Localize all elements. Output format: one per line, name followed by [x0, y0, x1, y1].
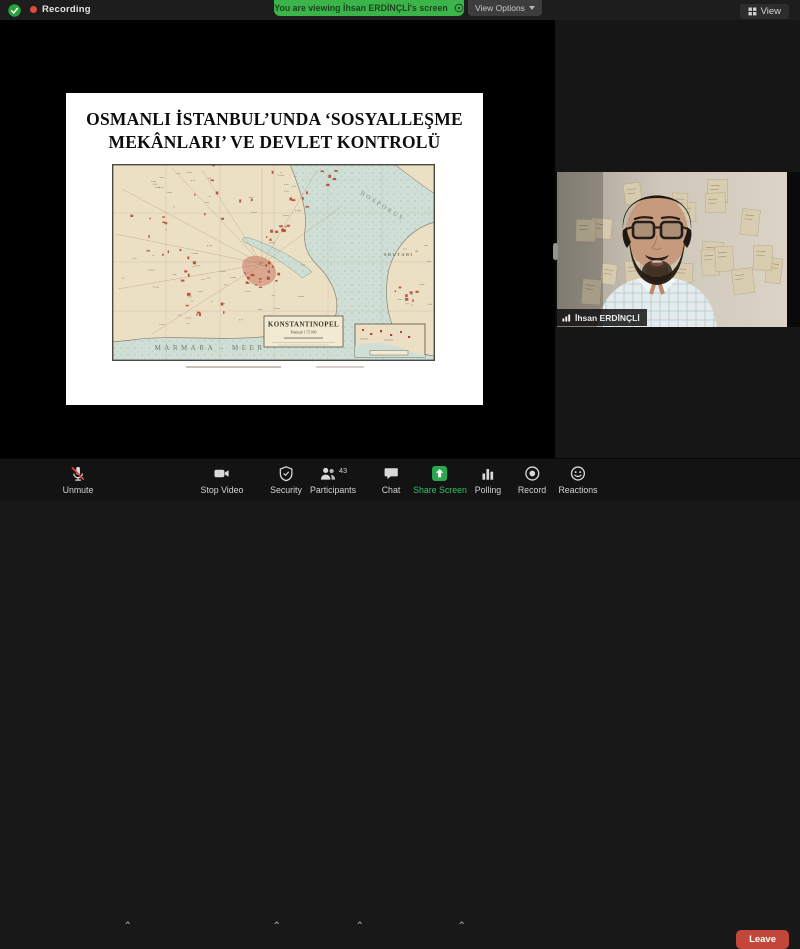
stop-video-button[interactable]: Stop Video [201, 465, 244, 495]
slide-title: OSMANLI İSTANBUL’UNDA ‘SOSYALLEŞME MEKÂN… [66, 108, 483, 154]
poll-chart-icon [480, 465, 496, 482]
slide-title-line1: OSMANLI İSTANBUL’UNDA ‘SOSYALLEŞME [66, 108, 483, 131]
participants-icon [319, 465, 337, 482]
speaker-video-tile[interactable] [557, 172, 787, 327]
viewing-screen-text: You are viewing İhsan ERDİNÇLİ's screen [274, 3, 448, 13]
participants-label: Participants [310, 485, 356, 495]
presentation-slide: OSMANLI İSTANBUL’UNDA ‘SOSYALLEŞME MEKÂN… [66, 93, 483, 405]
chat-bubble-icon [383, 465, 400, 482]
participant-name: İhsan ERDİNÇLİ [575, 313, 640, 323]
unmute-options-chevron[interactable]: ^ [125, 922, 130, 931]
reactions-button[interactable]: Reactions [558, 465, 597, 495]
shield-icon [278, 465, 294, 482]
record-icon [523, 465, 540, 482]
viewing-screen-banner: You are viewing İhsan ERDİNÇLİ's screen [274, 0, 464, 16]
view-button-label: View [761, 6, 781, 17]
map-caption-line [186, 366, 281, 368]
view-options-button[interactable]: View Options [468, 0, 542, 16]
unmute-label: Unmute [63, 485, 94, 495]
map-cartouche: KONSTANTINOPEL Maßstab 1:75.000 [264, 316, 343, 347]
security-label: Security [270, 485, 302, 495]
map-title: KONSTANTINOPEL [268, 321, 339, 329]
leave-button[interactable]: Leave [736, 930, 789, 949]
top-bar: Recording You are viewing İhsan ERDİNÇLİ… [0, 0, 800, 20]
recording-label: Recording [42, 4, 91, 15]
share-screen-button[interactable]: Share Screen [413, 465, 467, 495]
audio-level-icon [562, 313, 571, 322]
unmute-button[interactable]: Unmute [63, 465, 94, 495]
historic-map-figure: BOSPORUS SKUTARI MARMARA - MEER KONSTANT… [112, 164, 435, 361]
recording-dot-icon [30, 6, 37, 13]
ottoman-map: BOSPORUS SKUTARI MARMARA - MEER KONSTANT… [112, 164, 435, 361]
record-label: Record [518, 485, 546, 495]
participant-name-tag: İhsan ERDİNÇLİ [557, 309, 647, 326]
stop-video-options-chevron[interactable]: ^ [274, 922, 279, 931]
polling-label: Polling [475, 485, 501, 495]
chat-button[interactable]: Chat [382, 465, 401, 495]
polling-button[interactable]: Polling [475, 465, 501, 495]
leave-label: Leave [749, 934, 776, 945]
map-district-label: SKUTARI [384, 252, 413, 257]
panel-drag-handle[interactable] [553, 243, 558, 260]
chevron-down-icon [529, 6, 535, 10]
security-button[interactable]: Security [270, 465, 302, 495]
map-inset [355, 324, 425, 357]
map-sea-label: MARMARA - MEER [155, 344, 266, 352]
chat-label: Chat [382, 485, 401, 495]
view-grid-icon [748, 7, 757, 16]
meeting-toolbar: Unmute ^ Stop Video ^ Security [0, 458, 800, 501]
slide-title-line2: MEKÂNLARI’ VE DEVLET KONTROLÜ [66, 131, 483, 154]
share-screen-options-chevron[interactable]: ^ [459, 922, 464, 931]
participants-button[interactable]: 43 Participants [310, 465, 356, 495]
view-options-label: View Options [475, 3, 525, 13]
stop-video-label: Stop Video [201, 485, 244, 495]
participants-options-chevron[interactable]: ^ [357, 922, 362, 931]
smiley-icon [570, 465, 587, 482]
camera-icon [213, 465, 231, 482]
view-button[interactable]: View [740, 4, 789, 19]
mic-muted-icon [70, 465, 87, 482]
share-screen-icon [431, 465, 448, 482]
info-eye-icon [454, 3, 464, 13]
recording-indicator[interactable]: Recording [30, 4, 91, 15]
map-scale-note: Maßstab 1:75.000 [291, 331, 317, 335]
participants-count-badge: 43 [339, 466, 347, 475]
reactions-label: Reactions [558, 485, 597, 495]
map-caption-line [316, 366, 364, 368]
record-button[interactable]: Record [518, 465, 546, 495]
encryption-shield-icon[interactable] [8, 4, 21, 17]
share-screen-label: Share Screen [413, 485, 467, 495]
video-strip [555, 172, 800, 327]
